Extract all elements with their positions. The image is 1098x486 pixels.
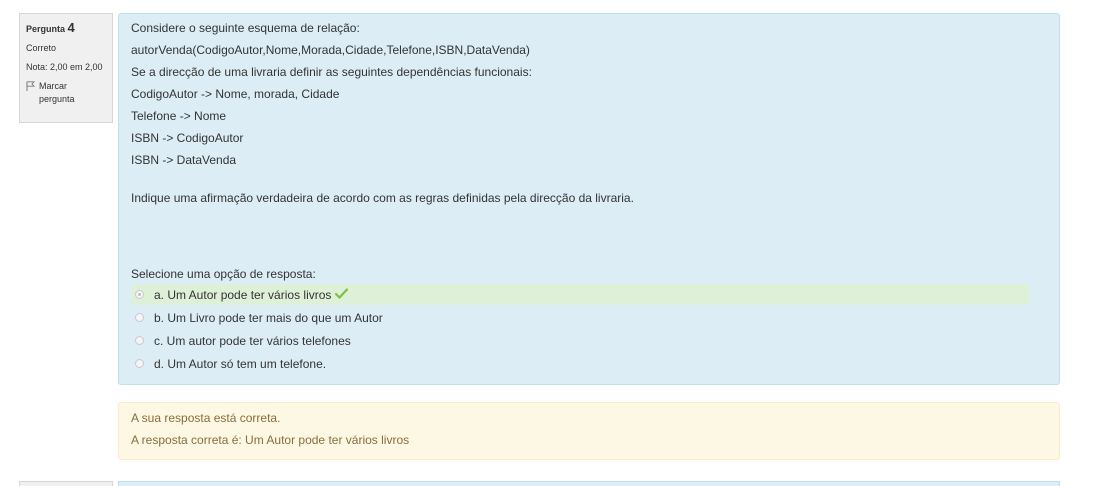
answer-option-a[interactable]: a. Um Autor pode ter vários livros bbox=[131, 284, 1029, 305]
answer-label: d. Um Autor só tem um telefone. bbox=[154, 356, 327, 371]
next-question-info-panel bbox=[19, 481, 113, 486]
answer-prompt: Selecione uma opção de resposta: bbox=[131, 267, 316, 281]
flag-label-line-1: Marcar bbox=[39, 81, 68, 92]
answer-options: a. Um Autor pode ter vários livros b. Um… bbox=[131, 284, 1029, 376]
question-line: Indique uma afirmação verdadeira de acor… bbox=[131, 191, 634, 205]
quiz-review-page: Pergunta 4 Correto Nota: 2,00 em 2,00 Ma… bbox=[0, 0, 1098, 486]
question-number-heading: Pergunta 4 bbox=[26, 20, 106, 37]
feedback-box: A sua resposta está correta. A resposta … bbox=[118, 402, 1060, 460]
question-text: Considere o seguinte esquema de relação:… bbox=[131, 20, 1047, 212]
correct-answer-text: A resposta correta é: Um Autor pode ter … bbox=[131, 433, 410, 447]
checkmark-icon bbox=[335, 287, 349, 302]
answer-option-c[interactable]: c. Um autor pode ter vários telefones bbox=[131, 330, 1029, 351]
feedback-status: A sua resposta está correta. bbox=[131, 411, 281, 425]
question-grade: Nota: 2,00 em 2,00 bbox=[26, 61, 103, 72]
answer-label: b. Um Livro pode ter mais do que um Auto… bbox=[154, 310, 383, 325]
question-state: Correto bbox=[26, 42, 57, 53]
question-line: Considere o seguinte esquema de relação: bbox=[131, 21, 360, 35]
question-line: autorVenda(CodigoAutor,Nome,Morada,Cidad… bbox=[131, 43, 530, 57]
question-number: 4 bbox=[67, 20, 75, 35]
question-content: Considere o seguinte esquema de relação:… bbox=[118, 13, 1060, 385]
answer-label: c. Um autor pode ter vários telefones bbox=[154, 333, 351, 348]
question-line: Telefone -> Nome bbox=[131, 109, 227, 123]
flag-question-button[interactable]: Marcar pergunta bbox=[26, 80, 106, 106]
answer-label: a. Um Autor pode ter vários livros bbox=[154, 287, 332, 302]
radio-button[interactable] bbox=[135, 290, 144, 299]
radio-button[interactable] bbox=[135, 336, 144, 345]
answer-option-d[interactable]: d. Um Autor só tem um telefone. bbox=[131, 353, 1029, 374]
question-line: Se a direcção de uma livraria definir as… bbox=[131, 65, 532, 79]
question-prefix: Pergunta bbox=[26, 24, 66, 34]
question-line: ISBN -> DataVenda bbox=[131, 153, 237, 167]
flag-label-line-2: pergunta bbox=[39, 94, 75, 105]
question-line: ISBN -> CodigoAutor bbox=[131, 131, 244, 145]
question-line: CodigoAutor -> Nome, morada, Cidade bbox=[131, 87, 340, 101]
question-info-panel: Pergunta 4 Correto Nota: 2,00 em 2,00 Ma… bbox=[19, 13, 113, 123]
radio-button[interactable] bbox=[135, 313, 144, 322]
answer-option-b[interactable]: b. Um Livro pode ter mais do que um Auto… bbox=[131, 307, 1029, 328]
flag-label: Marcar pergunta bbox=[39, 80, 75, 106]
next-question-content bbox=[118, 481, 1060, 486]
radio-button[interactable] bbox=[135, 359, 144, 368]
flag-icon bbox=[26, 81, 35, 92]
